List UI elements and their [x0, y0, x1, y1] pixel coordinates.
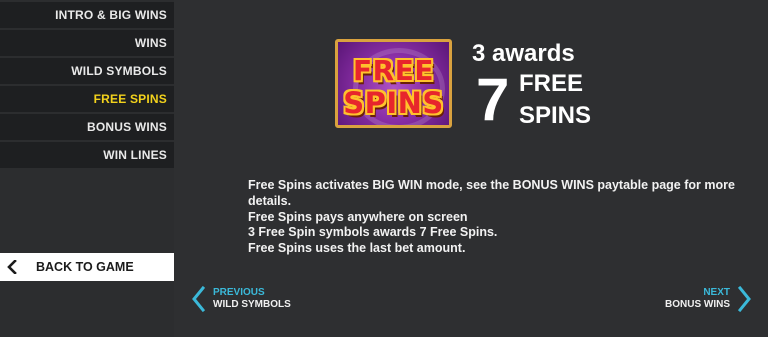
award-number: 7	[476, 66, 510, 133]
description-line: 3 Free Spin symbols awards 7 Free Spins.	[248, 225, 498, 240]
award-count-text: 3 awards	[472, 40, 575, 67]
free-spins-symbol: FREE SPINS	[335, 39, 452, 128]
next-page-button[interactable]: NEXT BONUS WINS	[665, 286, 752, 312]
nav-item-wild-symbols[interactable]: WILD SYMBOLS	[0, 58, 174, 84]
description-line: Free Spins activates BIG WIN mode, see t…	[248, 178, 735, 208]
nav-item-wins[interactable]: WINS	[0, 30, 174, 56]
award-spins-label: SPINS	[519, 102, 592, 129]
free-spins-description: Free Spins activates BIG WIN mode, see t…	[248, 178, 748, 257]
back-to-game-button[interactable]: BACK TO GAME	[0, 253, 174, 281]
next-target: BONUS WINS	[665, 299, 730, 310]
nav-item-bonus-wins[interactable]: BONUS WINS	[0, 114, 174, 140]
chevron-right-icon	[738, 286, 751, 312]
back-to-game-label: BACK TO GAME	[36, 260, 134, 274]
symbol-word-spins: SPINS	[343, 86, 444, 120]
nav-item-win-lines[interactable]: WIN LINES	[0, 142, 174, 168]
chevron-left-icon	[192, 286, 205, 312]
next-label: NEXT	[703, 287, 730, 298]
previous-page-button[interactable]: PREVIOUS WILD SYMBOLS	[191, 286, 291, 312]
nav-item-free-spins[interactable]: FREE SPINS	[0, 86, 174, 112]
paytable-nav: INTRO & BIG WINS WINS WILD SYMBOLS FREE …	[0, 0, 174, 170]
award-free-label: FREE	[519, 70, 584, 97]
description-line: Free Spins pays anywhere on screen	[248, 209, 468, 224]
paytable-page: FREE SPINS 3 awards 7 FREE SPINS Free Sp…	[174, 0, 768, 337]
previous-label: PREVIOUS	[213, 287, 265, 298]
chevron-left-icon	[7, 260, 17, 274]
description-line: Free Spins uses the last bet amount.	[248, 241, 466, 256]
previous-target: WILD SYMBOLS	[213, 299, 291, 310]
nav-item-intro-big-wins[interactable]: INTRO & BIG WINS	[0, 2, 174, 28]
symbol-word-free: FREE	[353, 54, 434, 87]
